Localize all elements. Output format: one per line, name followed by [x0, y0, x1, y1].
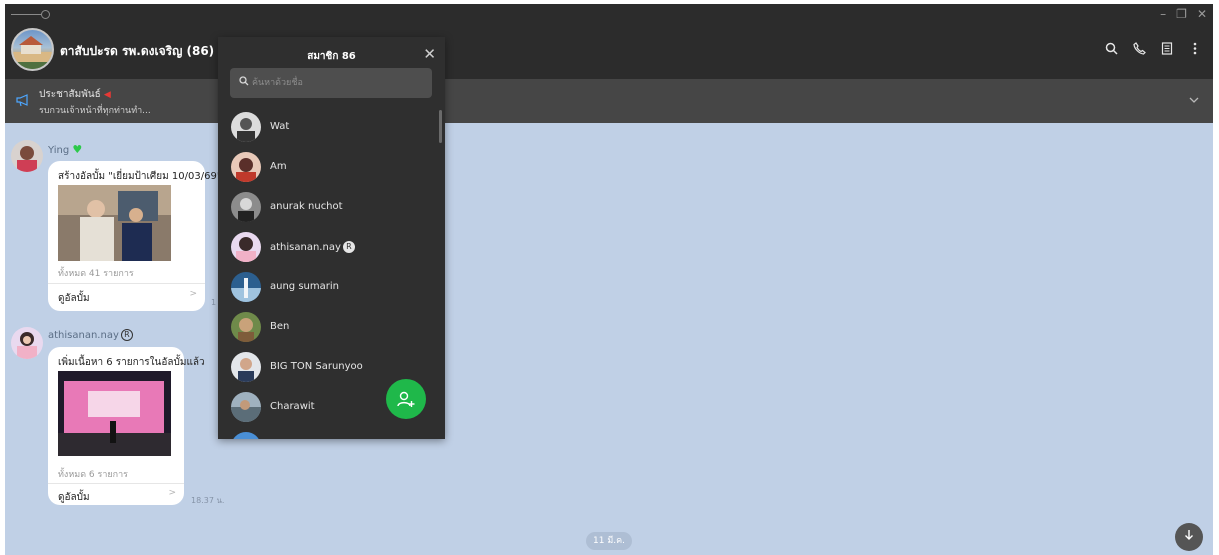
member-name: Charawit [270, 401, 315, 412]
minimize-icon[interactable]: – [1160, 7, 1166, 21]
header-actions [1103, 42, 1203, 59]
member-search-input[interactable] [252, 74, 422, 92]
member-avatar [231, 112, 261, 142]
chat-window: – ❐ ✕ ตาสับปะรด รพ.ดงเจริญ (86) 🔈︎ [5, 4, 1213, 555]
album-count: ทั้งหมด 6 รายการ [58, 470, 128, 480]
members-panel: สมาชิก 86 ✕ Wat Am anurak nuchot athisan… [218, 37, 445, 439]
megaphone-icon [16, 93, 32, 107]
member-avatar [231, 152, 261, 182]
close-icon[interactable]: ✕ [423, 45, 436, 63]
member-avatar [231, 272, 261, 302]
panel-title: สมาชิก 86 [307, 51, 356, 62]
member-name-text: athisanan.nay [270, 242, 341, 253]
announcement-title-text: ประชาสัมพันธ์ [39, 89, 101, 100]
member-item[interactable]: Ben [218, 308, 438, 348]
scroll-down-button[interactable] [1175, 523, 1203, 551]
member-avatar [231, 352, 261, 382]
album-title: เพิ่มเนื้อหา 6 รายการในอัลบั้มแล้ว [58, 357, 205, 368]
member-avatar [231, 232, 261, 262]
add-member-button[interactable] [386, 379, 426, 419]
member-item[interactable]: athisanan.nay R [218, 228, 438, 268]
group-name[interactable]: ตาสับปะรด รพ.ดงเจริญ (86) 🔈︎ [60, 42, 226, 61]
message-time: 1 [211, 298, 217, 307]
avatar-image [11, 327, 43, 359]
restore-icon[interactable]: ❐ [1176, 7, 1187, 21]
announcement-title: ประชาสัมพันธ์ ◀ [39, 87, 111, 102]
announcement-text: รบกวนเจ้าหน้าที่ทุกท่านทำ... [39, 106, 151, 116]
view-album-link[interactable]: ดูอัลบั้ม [58, 291, 90, 306]
chevron-down-icon[interactable] [1189, 93, 1199, 106]
group-avatar[interactable] [11, 28, 54, 71]
avatar-athisanan[interactable] [11, 327, 43, 359]
member-avatar [231, 312, 261, 342]
close-icon[interactable]: ✕ [1197, 7, 1207, 21]
phone-icon[interactable] [1131, 42, 1147, 59]
member-name: aung sumarin [270, 281, 339, 292]
divider [48, 283, 205, 284]
sender-name: Ying ♥ [48, 143, 82, 156]
notes-icon[interactable] [1159, 42, 1175, 59]
album-bubble[interactable]: เพิ่มเนื้อหา 6 รายการในอัลบั้มแล้ว ทั้งห… [48, 347, 205, 505]
official-badge-icon: R [342, 241, 355, 253]
member-item[interactable]: Am [218, 148, 438, 188]
search-icon[interactable] [1103, 42, 1119, 59]
flag-icon: ◀ [103, 90, 111, 100]
search-icon [239, 76, 249, 89]
member-name: athisanan.nay R [270, 241, 355, 253]
more-icon[interactable] [1187, 42, 1203, 59]
arrow-down-icon [1185, 530, 1193, 540]
album-photo[interactable] [58, 371, 171, 456]
heart-icon: ♥ [72, 143, 83, 156]
date-divider: 11 มี.ค. [586, 532, 632, 550]
avatar-image [11, 140, 43, 172]
album-count: ทั้งหมด 41 รายการ [58, 269, 134, 279]
announcement-bar[interactable]: ประชาสัมพันธ์ ◀ รบกวนเจ้าหน้าที่ทุกท่านท… [5, 79, 1213, 123]
title-bar: – ❐ ✕ ตาสับปะรด รพ.ดงเจริญ (86) 🔈︎ [5, 4, 1213, 79]
avatar-ying[interactable] [11, 140, 43, 172]
sender-name-text: athisanan.nay [48, 330, 119, 341]
member-name: Am [270, 161, 287, 172]
member-avatar [231, 432, 261, 439]
window-controls: – ❐ ✕ [1160, 7, 1207, 21]
view-album-link[interactable]: ดูอัลบั้ม [58, 490, 90, 505]
official-badge-icon: R [120, 329, 133, 341]
album-bubble[interactable]: สร้างอัลบั้ม "เยี่ยมป้าเศียม 10/03/69" ท… [48, 161, 221, 311]
member-name: Wat [270, 121, 290, 132]
add-user-icon [397, 391, 415, 407]
member-avatar [231, 392, 261, 422]
group-avatar-image [13, 36, 52, 69]
divider [48, 483, 184, 484]
member-avatar [231, 192, 261, 222]
member-item[interactable]: aung sumarin [218, 268, 438, 308]
member-name: Ben [270, 321, 290, 332]
pin-icon[interactable] [11, 9, 51, 21]
member-item[interactable]: Wat [218, 108, 438, 148]
member-search[interactable] [230, 68, 432, 98]
chevron-right-icon: > [168, 488, 176, 498]
album-title: สร้างอัลบั้ม "เยี่ยมป้าเศียม 10/03/69" [58, 171, 222, 182]
chevron-right-icon: > [189, 289, 197, 299]
album-photo[interactable] [58, 185, 171, 261]
member-name: anurak nuchot [270, 201, 343, 212]
sender-name: athisanan.nay R [48, 329, 133, 341]
message-time: 18.37 น. [191, 496, 225, 505]
member-name: BIG TON Sarunyoo [270, 361, 363, 372]
scrollbar[interactable] [439, 110, 442, 143]
member-item[interactable] [218, 428, 438, 439]
member-item[interactable]: anurak nuchot [218, 188, 438, 228]
group-name-text: ตาสับปะรด รพ.ดงเจริญ (86) [60, 44, 215, 58]
sender-name-text: Ying [48, 145, 70, 156]
